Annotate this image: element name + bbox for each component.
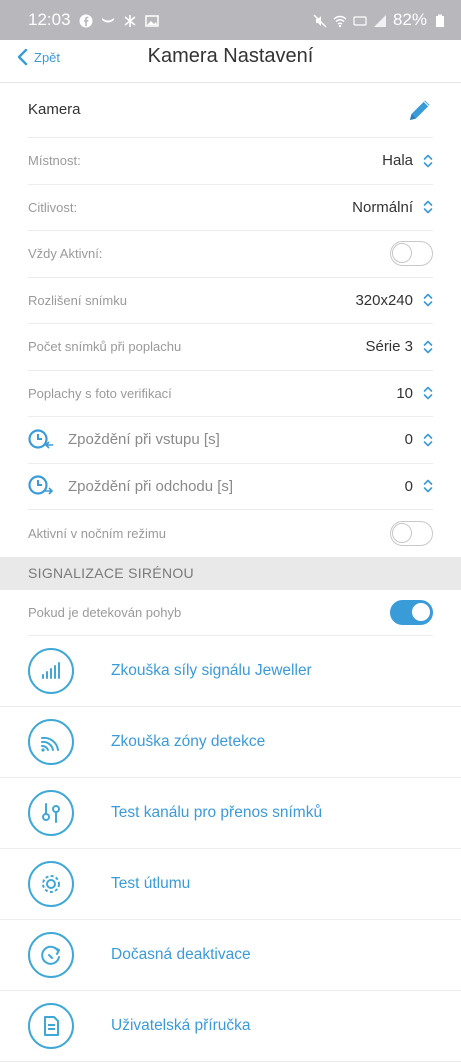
photos-per-alarm-label: Počet snímků při poplachu bbox=[28, 339, 182, 355]
resolution-label: Rozlišení snímku bbox=[28, 292, 127, 308]
entry-delay-row[interactable]: Zpoždění při vstupu [s] 0 bbox=[28, 417, 433, 464]
toggle-knob bbox=[392, 522, 412, 543]
channel-test-icon bbox=[28, 790, 74, 836]
signal-icon bbox=[373, 13, 387, 27]
sensitivity-value: Normální bbox=[352, 198, 413, 216]
chevron-updown-icon bbox=[423, 478, 433, 494]
action-label: Zkouška zóny detekce bbox=[111, 733, 266, 750]
chevron-updown-icon bbox=[423, 153, 433, 169]
wifi-icon bbox=[333, 13, 347, 28]
chevron-updown-icon bbox=[423, 292, 433, 308]
detection-zone-test-button[interactable]: Zkouška zóny detekce bbox=[0, 707, 461, 778]
photo-alarms-row[interactable]: Poplachy s foto verifikací 10 bbox=[28, 371, 433, 417]
always-active-label: Vždy Aktivní: bbox=[28, 246, 103, 262]
entry-delay-label: Zpoždění při vstupu [s] bbox=[68, 431, 220, 449]
chevron-updown-icon bbox=[423, 199, 433, 215]
resolution-row[interactable]: Rozlišení snímku 320x240 bbox=[28, 278, 433, 324]
page-title: Kamera Nastavení bbox=[147, 45, 314, 67]
settings-list: Kamera Místnost: Hala Citlivost: Normáln… bbox=[0, 82, 461, 1062]
action-label: Test útlumu bbox=[111, 875, 191, 892]
chevron-updown-icon bbox=[423, 432, 433, 448]
sensitivity-value-wrap: Normální bbox=[352, 199, 433, 216]
motion-siren-toggle[interactable] bbox=[390, 599, 433, 625]
night-mode-label: Aktivní v nočním režimu bbox=[28, 525, 166, 541]
channel-test-button[interactable]: Test kanálu pro přenos snímků bbox=[0, 778, 461, 849]
actions-list: Zkouška síly signálu Jeweller Zkouška zó… bbox=[0, 636, 461, 1062]
battery-percent: 82% bbox=[392, 10, 427, 29]
photos-per-alarm-value: Série 3 bbox=[365, 338, 413, 356]
user-manual-button[interactable]: Uživatelská příručka bbox=[0, 991, 461, 1062]
chevron-updown-icon bbox=[423, 385, 433, 401]
exit-delay-label: Zpoždění při odchodu [s] bbox=[68, 477, 234, 495]
device-name-label: Kamera bbox=[28, 101, 81, 118]
temporary-deactivation-button[interactable]: Dočasná deaktivace bbox=[0, 920, 461, 991]
battery-icon bbox=[433, 13, 447, 27]
mute-icon bbox=[313, 13, 327, 28]
motion-siren-label: Pokud je detekován pohyb bbox=[28, 604, 182, 620]
entry-delay-value: 0 bbox=[404, 431, 413, 449]
exit-delay-value-wrap: 0 bbox=[405, 478, 433, 495]
bluetooth-icon bbox=[123, 13, 137, 27]
always-active-toggle[interactable] bbox=[390, 241, 433, 267]
signal-strength-test-button[interactable]: Zkouška síly signálu Jeweller bbox=[0, 636, 461, 707]
night-mode-row: Aktivní v nočním režimu bbox=[28, 510, 433, 557]
status-time: 12:03 bbox=[28, 10, 71, 29]
resolution-value-wrap: 320x240 bbox=[355, 292, 433, 309]
resolution-value: 320x240 bbox=[355, 291, 413, 309]
nav-bar: Zpět Kamera Nastavení bbox=[0, 40, 461, 83]
exit-delay-value: 0 bbox=[404, 477, 413, 495]
volte-icon bbox=[353, 13, 367, 27]
entry-delay-value-wrap: 0 bbox=[405, 431, 433, 448]
photo-alarms-value: 10 bbox=[396, 384, 413, 402]
room-row[interactable]: Místnost: Hala bbox=[28, 138, 433, 185]
room-value-wrap: Hala bbox=[382, 152, 433, 169]
photos-per-alarm-value-wrap: Série 3 bbox=[365, 338, 433, 355]
manual-icon bbox=[28, 1003, 74, 1049]
sensitivity-row[interactable]: Citlivost: Normální bbox=[28, 185, 433, 231]
action-label: Zkouška síly signálu Jeweller bbox=[111, 662, 312, 679]
exit-delay-row[interactable]: Zpoždění při odchodu [s] 0 bbox=[28, 464, 433, 510]
device-name-row: Kamera bbox=[28, 82, 433, 138]
sensitivity-label: Citlivost: bbox=[28, 199, 78, 215]
room-value: Hala bbox=[382, 152, 413, 170]
toggle-knob bbox=[411, 601, 431, 622]
signal-strength-icon bbox=[28, 648, 74, 694]
toggle-knob bbox=[392, 243, 412, 264]
photo-alarms-value-wrap: 10 bbox=[396, 385, 433, 402]
facebook-icon bbox=[79, 13, 93, 28]
night-mode-toggle[interactable] bbox=[390, 520, 433, 546]
status-bar: 12:03 82% bbox=[0, 0, 461, 40]
photo-alarms-label: Poplachy s foto verifikací bbox=[28, 385, 172, 401]
room-label: Místnost: bbox=[28, 153, 81, 169]
chevron-updown-icon bbox=[423, 339, 433, 355]
action-label: Test kanálu pro přenos snímků bbox=[111, 804, 323, 821]
attenuation-test-button[interactable]: Test útlumu bbox=[0, 849, 461, 920]
photos-per-alarm-row[interactable]: Počet snímků při poplachu Série 3 bbox=[28, 324, 433, 371]
clock-exit-icon bbox=[28, 474, 54, 498]
clock-entry-icon bbox=[28, 428, 54, 452]
siren-section-header: SIGNALIZACE SIRÉNOU bbox=[0, 556, 461, 590]
action-label: Dočasná deaktivace bbox=[111, 946, 251, 963]
motion-siren-row: Pokud je detekován pohyb bbox=[28, 590, 433, 636]
detection-zone-icon bbox=[28, 719, 74, 765]
mail-icon bbox=[101, 13, 115, 27]
attenuation-icon bbox=[28, 861, 74, 907]
image-icon bbox=[144, 13, 159, 27]
action-label: Uživatelská příručka bbox=[111, 1017, 251, 1034]
edit-pencil-icon[interactable] bbox=[407, 97, 433, 123]
deactivate-icon bbox=[28, 932, 74, 978]
always-active-row: Vždy Aktivní: bbox=[28, 231, 433, 278]
